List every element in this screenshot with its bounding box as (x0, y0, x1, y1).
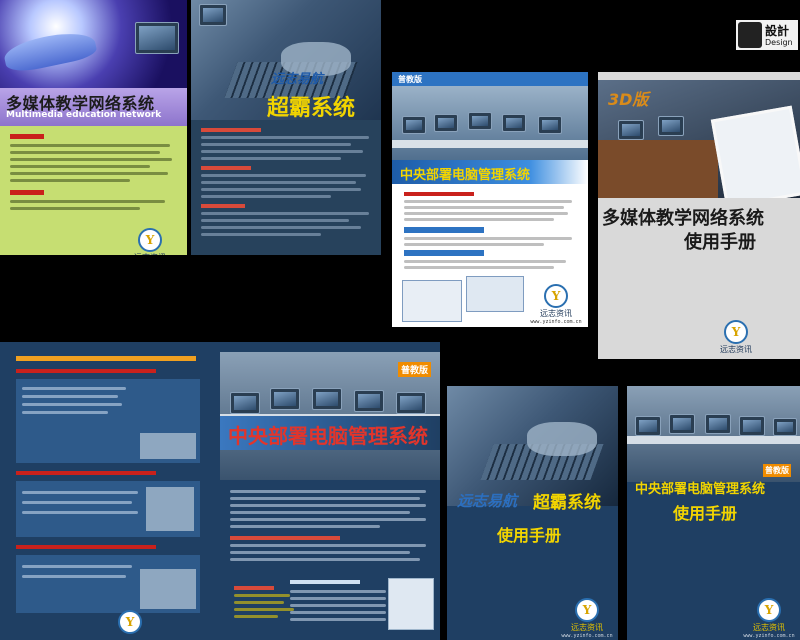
page-title: 多媒体教学网络系统 (602, 208, 764, 229)
text-block (404, 192, 576, 272)
stamp-text-en: Design (765, 38, 793, 47)
screenshot-thumbnail (388, 578, 434, 630)
lab-thumbnail (140, 433, 196, 459)
brand-url: www.yzinfo.com.cn (530, 319, 582, 325)
page-title: 超霸系统 (267, 96, 356, 121)
brochure-multimedia: 多媒体教学网络系统 Multimedia education network Y… (0, 0, 187, 255)
brand-logo: Y 远志资讯 (716, 320, 756, 355)
page-title: 超霸系统 (533, 493, 601, 513)
brochure-central-deploy-spread: Y 普教版 中央部署电脑管理系统 (0, 342, 440, 640)
edition-badge: 普教版 (398, 362, 432, 377)
brand-name: 远志资讯 (571, 623, 603, 632)
page-subtitle: 使用手册 (497, 526, 562, 545)
hand-shape (1, 26, 99, 76)
brand-mark-icon: Y (757, 598, 781, 622)
feature-text-block (10, 134, 178, 229)
hand-photo (0, 0, 187, 88)
page-title: 中央部署电脑管理系统 (635, 482, 766, 497)
page-subtitle: 使用手册 (684, 232, 756, 253)
brand-url: www.yzinfo.com.cn (743, 633, 795, 639)
page-subtitle: Multimedia education network (6, 110, 162, 120)
hand-shape (527, 422, 597, 456)
brand-logo: Y 远志资讯 (120, 228, 180, 255)
brand-name: 远志资讯 (540, 309, 572, 318)
brand-mark-icon: Y (544, 284, 568, 308)
page-title: 中央部署电脑管理系统 (400, 168, 531, 183)
brand-name: 远志资讯 (720, 345, 752, 354)
lab-thumbnail (146, 487, 194, 531)
brochure-superboss: 远志易航 超霸系统 (191, 0, 381, 255)
title-prefix: 远志易航 (457, 492, 518, 510)
brand-mark-icon: Y (575, 598, 599, 622)
brand-mark-icon: Y (724, 320, 748, 344)
intro-text (230, 490, 430, 565)
screenshot-thumbnail-1 (402, 280, 462, 322)
edition-badge: 3D版 (608, 90, 649, 109)
screenshot-thumbnail-2 (466, 276, 524, 312)
brand-url: www.yzinfo.com.cn (561, 633, 613, 639)
stamp-icon (738, 22, 762, 48)
edition-badge: 普教版 (763, 464, 791, 477)
info-card-1 (16, 379, 200, 463)
stamp-text-cn: 設計 (765, 24, 790, 38)
brand-logo: Y 远志资讯 www.yzinfo.com.cn (559, 598, 615, 639)
info-card-3 (16, 555, 200, 613)
manual-central-deploy: 普教版 中央部署电脑管理系统 使用手册 Y 远志资讯 www.yzinfo.co… (627, 386, 800, 640)
3d-classroom-photo: 3D版 (598, 80, 800, 198)
manual-superboss: 远志易航 超霸系统 使用手册 Y 远志资讯 www.yzinfo.com.cn (447, 386, 618, 640)
page-subtitle: 使用手册 (673, 504, 738, 523)
brand-name: 远志资讯 (753, 623, 785, 632)
text-block-1 (201, 128, 373, 240)
laptop-image (135, 22, 179, 54)
monitor-image (199, 4, 227, 26)
brand-logo: Y 远志资讯 www.yzinfo.com.cn (528, 284, 584, 325)
design-stamp: 設計 Design (736, 20, 798, 50)
computer-lab-photo (392, 86, 588, 166)
title-prefix: 远志易航 (271, 72, 324, 87)
brand-logo: Y 远志资讯 www.yzinfo.com.cn (741, 598, 797, 639)
edition-badge: 普教版 (398, 75, 422, 84)
lab-thumbnail (140, 569, 196, 609)
brochure-central-deploy: 普教版 中央部署电脑管理系统 Y 远志资讯 www.yzinfo.com.cn (392, 72, 588, 327)
brand-name: 远志资讯 (120, 252, 180, 255)
page-title: 中央部署电脑管理系统 (228, 424, 428, 448)
brand-logo: Y (110, 610, 150, 634)
brand-mark-icon: Y (138, 228, 162, 252)
left-column (16, 356, 200, 613)
info-card-2 (16, 481, 200, 537)
manual-3d: 3D版 多媒体教学网络系统 使用手册 Y 远志资讯 (598, 72, 800, 359)
feature-grid (290, 580, 390, 625)
screen-frame-image (710, 105, 800, 198)
brand-mark-icon: Y (118, 610, 142, 634)
